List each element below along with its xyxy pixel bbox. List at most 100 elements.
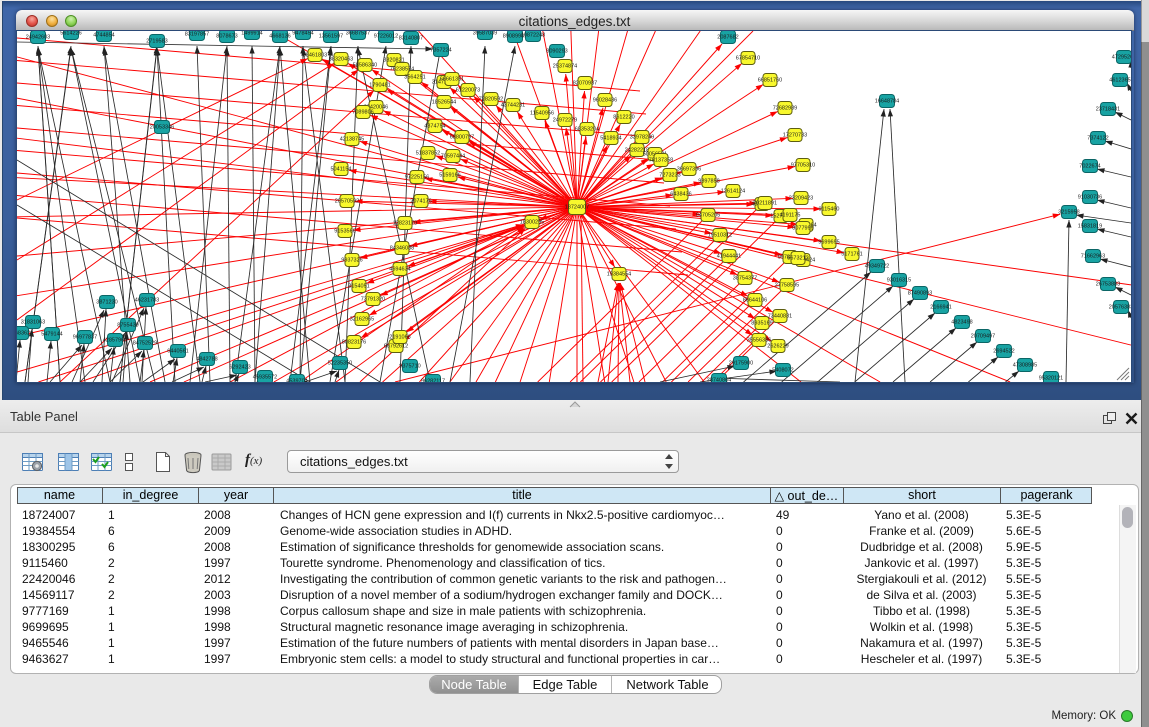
svg-text:36687537: 36687537 xyxy=(346,31,370,37)
svg-text:42857966: 42857966 xyxy=(103,338,127,344)
svg-text:6438436: 6438436 xyxy=(670,192,691,198)
svg-text:9699695: 9699695 xyxy=(818,240,839,246)
svg-text:9115460: 9115460 xyxy=(818,207,839,213)
svg-text:51837852: 51837852 xyxy=(416,151,440,157)
svg-text:96977837: 96977837 xyxy=(73,335,97,341)
svg-text:5614226: 5614226 xyxy=(60,31,81,37)
svg-text:66661351: 66661351 xyxy=(440,77,464,83)
svg-text:6440561: 6440561 xyxy=(167,349,188,355)
svg-text:68353204: 68353204 xyxy=(575,127,599,133)
svg-text:87490893: 87490893 xyxy=(908,291,932,297)
svg-text:10872248: 10872248 xyxy=(521,33,545,39)
svg-text:2191066: 2191066 xyxy=(389,335,410,341)
svg-text:66792612: 66792612 xyxy=(384,344,408,350)
svg-text:12823170: 12823170 xyxy=(393,221,417,227)
svg-text:3215958: 3215958 xyxy=(1058,210,1079,216)
svg-text:4191175: 4191175 xyxy=(779,213,800,219)
svg-text:20570592: 20570592 xyxy=(335,199,359,205)
svg-text:19384554: 19384554 xyxy=(607,272,631,278)
svg-text:73791320: 73791320 xyxy=(361,297,385,303)
svg-text:84752529: 84752529 xyxy=(133,341,157,347)
svg-text:57683626: 57683626 xyxy=(17,331,33,337)
svg-text:45935572: 45935572 xyxy=(253,375,277,381)
svg-text:4694634: 4694634 xyxy=(389,267,410,273)
svg-text:2626229: 2626229 xyxy=(767,344,788,350)
svg-text:66851760: 66851760 xyxy=(758,78,782,84)
svg-text:33978249: 33978249 xyxy=(630,135,654,141)
svg-text:8612220: 8612220 xyxy=(613,115,634,121)
svg-text:49349722: 49349722 xyxy=(865,264,889,270)
svg-text:23718431: 23718431 xyxy=(1096,107,1120,113)
svg-text:8755439: 8755439 xyxy=(117,323,138,329)
svg-text:88461803: 88461803 xyxy=(303,53,327,59)
svg-text:4539704: 4539704 xyxy=(286,379,307,383)
svg-text:28740864: 28740864 xyxy=(707,378,731,383)
svg-text:8078673: 8078673 xyxy=(216,34,237,40)
svg-text:61220073: 61220073 xyxy=(456,88,480,94)
svg-text:41944441: 41944441 xyxy=(717,254,741,260)
svg-text:4744854: 4744854 xyxy=(93,33,114,39)
svg-text:82070937: 82070937 xyxy=(573,81,597,87)
svg-text:39587039: 39587039 xyxy=(473,31,497,37)
svg-text:9153566: 9153566 xyxy=(334,229,355,235)
svg-text:7374122: 7374122 xyxy=(1087,136,1108,142)
svg-text:31831063: 31831063 xyxy=(21,320,45,326)
svg-text:13561597: 13561597 xyxy=(319,34,343,40)
svg-text:29175900: 29175900 xyxy=(729,361,753,367)
svg-text:78137358: 78137358 xyxy=(649,158,673,164)
svg-text:67854710: 67854710 xyxy=(736,56,760,62)
svg-text:88320463: 88320463 xyxy=(329,57,353,63)
svg-text:72682989: 72682989 xyxy=(773,106,797,112)
svg-text:7089806: 7089806 xyxy=(352,110,373,116)
svg-text:2694522: 2694522 xyxy=(993,349,1014,355)
svg-text:70211891: 70211891 xyxy=(753,201,777,207)
svg-text:83140807: 83140807 xyxy=(399,36,423,42)
svg-text:20053346: 20053346 xyxy=(150,125,174,131)
svg-text:2719583: 2719583 xyxy=(146,39,167,45)
svg-text:4374754: 4374754 xyxy=(424,124,445,130)
svg-text:5418934: 5418934 xyxy=(600,136,621,142)
svg-text:16648784: 16648784 xyxy=(875,99,899,105)
svg-text:7022674: 7022674 xyxy=(1079,164,1100,170)
svg-text:18526544: 18526544 xyxy=(432,100,456,106)
svg-text:5041154: 5041154 xyxy=(330,167,351,173)
svg-text:43744231: 43744231 xyxy=(501,103,525,109)
svg-text:5408072: 5408072 xyxy=(772,368,793,374)
svg-text:96028436: 96028436 xyxy=(593,98,617,104)
svg-text:97705310: 97705310 xyxy=(791,163,815,169)
svg-text:73440831: 73440831 xyxy=(768,314,792,320)
svg-text:1790481: 1790481 xyxy=(369,83,390,89)
svg-text:70597444: 70597444 xyxy=(441,154,465,160)
svg-text:8935169: 8935169 xyxy=(751,321,772,327)
svg-text:97225156: 97225156 xyxy=(405,175,429,181)
svg-text:5171761: 5171761 xyxy=(841,252,862,258)
svg-text:38754377: 38754377 xyxy=(733,276,757,282)
svg-text:3154051: 3154051 xyxy=(348,284,369,290)
svg-text:93016315: 93016315 xyxy=(887,278,911,284)
svg-text:8077999: 8077999 xyxy=(792,226,813,232)
svg-text:58586340: 58586340 xyxy=(353,63,377,69)
svg-text:1499914: 1499914 xyxy=(241,31,262,37)
svg-text:83197857: 83197857 xyxy=(185,32,209,38)
svg-text:7357224: 7357224 xyxy=(430,48,451,54)
svg-text:2074176: 2074176 xyxy=(410,199,431,205)
svg-text:24942603: 24942603 xyxy=(26,35,50,41)
svg-text:20576383: 20576383 xyxy=(1109,305,1131,311)
svg-text:72820592: 72820592 xyxy=(479,97,503,103)
svg-text:11540956: 11540956 xyxy=(530,111,554,117)
svg-text:26753883: 26753883 xyxy=(1096,282,1120,288)
svg-text:47308985: 47308985 xyxy=(1013,363,1037,369)
svg-text:5159166: 5159166 xyxy=(439,173,460,179)
svg-text:8090293: 8090293 xyxy=(546,49,567,55)
svg-text:3564251: 3564251 xyxy=(404,75,425,81)
svg-text:42138745: 42138745 xyxy=(340,137,364,143)
svg-text:20709497: 20709497 xyxy=(971,334,995,340)
svg-text:96282117: 96282117 xyxy=(421,379,445,383)
svg-text:4842788: 4842788 xyxy=(196,357,217,363)
svg-text:91030736: 91030736 xyxy=(1078,195,1102,201)
svg-text:86644106: 86644106 xyxy=(743,298,767,304)
svg-text:2087682: 2087682 xyxy=(717,35,738,41)
svg-text:84346088: 84346088 xyxy=(390,246,414,252)
svg-text:27758595: 27758595 xyxy=(775,283,799,289)
svg-text:3871230: 3871230 xyxy=(96,300,117,306)
